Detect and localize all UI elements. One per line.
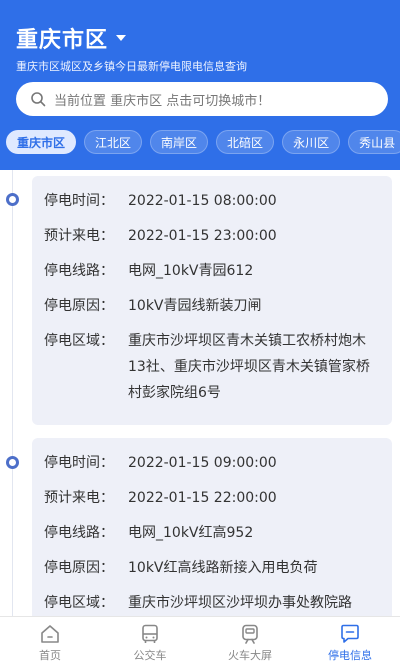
outage-list[interactable]: 停电时间： 2022-01-15 08:00:00 预计来电： 2022-01-… [0, 170, 400, 616]
nav-bus[interactable]: 公交车 [100, 617, 200, 669]
restore-time-row: 预计来电： 2022-01-15 22:00:00 [44, 485, 380, 511]
restore-time-row: 预计来电： 2022-01-15 23:00:00 [44, 223, 380, 249]
outage-line-label: 停电线路： [44, 263, 114, 279]
city-selector[interactable]: 重庆市区 [16, 22, 127, 54]
outage-line-value: 电网_10kV青园612 [128, 263, 254, 279]
city-search-bar[interactable]: 当前位置 重庆市区 点击可切换城市！ [16, 82, 388, 116]
home-icon [41, 625, 59, 643]
subtitle: 重庆市区城区及乡镇今日最新停电限电信息查询 [16, 60, 247, 73]
outage-line-value: 电网_10kV红高952 [128, 525, 254, 541]
outage-card[interactable]: 停电时间： 2022-01-15 09:00:00 预计来电： 2022-01-… [32, 438, 392, 616]
outage-time-value: 2022-01-15 09:00:00 [128, 455, 277, 471]
bus-icon [142, 624, 158, 643]
timeline-dot [6, 456, 19, 469]
outage-reason-label: 停电原因： [44, 298, 114, 314]
nav-home[interactable]: 首页 [0, 617, 100, 669]
nav-train[interactable]: 火车大屏 [200, 617, 300, 669]
restore-time-value: 2022-01-15 22:00:00 [128, 490, 277, 506]
restore-time-value: 2022-01-15 23:00:00 [128, 228, 277, 244]
outage-area-label: 停电区域： [44, 333, 114, 349]
outage-reason-row: 停电原因： 10kV青园线新装刀闸 [44, 293, 380, 319]
nav-home-label: 首页 [39, 649, 61, 662]
bottom-nav: 首页 公交车 火车大屏 停电信息 [0, 616, 400, 669]
outage-time-label: 停电时间： [44, 193, 114, 209]
outage-reason-value: 10kV红高线路新接入用电负荷 [128, 560, 318, 576]
timeline-dot [6, 193, 19, 206]
outage-time-label: 停电时间： [44, 455, 114, 471]
outage-line-row: 停电线路： 电网_10kV青园612 [44, 258, 380, 284]
outage-time-row: 停电时间： 2022-01-15 08:00:00 [44, 188, 380, 214]
outage-area-label: 停电区域： [44, 595, 114, 611]
tab-district-chongqing[interactable]: 重庆市区 [6, 130, 77, 154]
city-title[interactable]: 重庆市区 [16, 22, 108, 54]
caret-down-icon[interactable] [116, 35, 127, 41]
outage-area-row: 停电区域： 重庆市沙坪坝区青木关镇工农桥村炮木13社、重庆市沙坪坝区青木关镇管家… [44, 328, 380, 406]
header-bar: 重庆市区 重庆市区城区及乡镇今日最新停电限电信息查询 当前位置 重庆市区 点击可… [0, 0, 400, 170]
nav-outage-info[interactable]: 停电信息 [300, 617, 400, 669]
outage-time-value: 2022-01-15 08:00:00 [128, 193, 277, 209]
outage-reason-label: 停电原因： [44, 560, 114, 576]
tab-district-jiangbei[interactable]: 江北区 [84, 130, 143, 154]
train-icon [242, 624, 258, 644]
tab-district-yongchuan[interactable]: 永川区 [282, 130, 341, 154]
tab-district-beibei[interactable]: 北碚区 [216, 130, 275, 154]
outage-area-row: 停电区域： 重庆市沙坪坝区沙坪坝办事处教院路 [44, 590, 380, 616]
outage-time-row: 停电时间： 2022-01-15 09:00:00 [44, 450, 380, 476]
outage-line-label: 停电线路： [44, 525, 114, 541]
outage-reason-value: 10kV青园线新装刀闸 [128, 298, 262, 314]
outage-area-value: 重庆市沙坪坝区青木关镇工农桥村炮木13社、重庆市沙坪坝区青木关镇管家桥村彭家院组… [128, 333, 370, 401]
nav-outage-info-label: 停电信息 [328, 649, 372, 662]
outage-line-row: 停电线路： 电网_10kV红高952 [44, 520, 380, 546]
restore-time-label: 预计来电： [44, 490, 114, 506]
outage-reason-row: 停电原因： 10kV红高线路新接入用电负荷 [44, 555, 380, 581]
outage-card[interactable]: 停电时间： 2022-01-15 08:00:00 预计来电： 2022-01-… [32, 176, 392, 425]
restore-time-label: 预计来电： [44, 228, 114, 244]
search-placeholder: 当前位置 重庆市区 点击可切换城市！ [54, 93, 271, 109]
chat-icon [341, 624, 359, 643]
district-tabs: 重庆市区 江北区 南岸区 北碚区 永川区 秀山县 [6, 130, 400, 154]
nav-bus-label: 公交车 [133, 649, 167, 662]
outage-area-value: 重庆市沙坪坝区沙坪坝办事处教院路 [128, 595, 352, 611]
timeline-line [12, 170, 13, 616]
nav-train-label: 火车大屏 [228, 649, 272, 662]
search-icon [31, 92, 46, 107]
tab-district-nanan[interactable]: 南岸区 [150, 130, 209, 154]
tab-district-xiushan[interactable]: 秀山县 [348, 130, 400, 154]
